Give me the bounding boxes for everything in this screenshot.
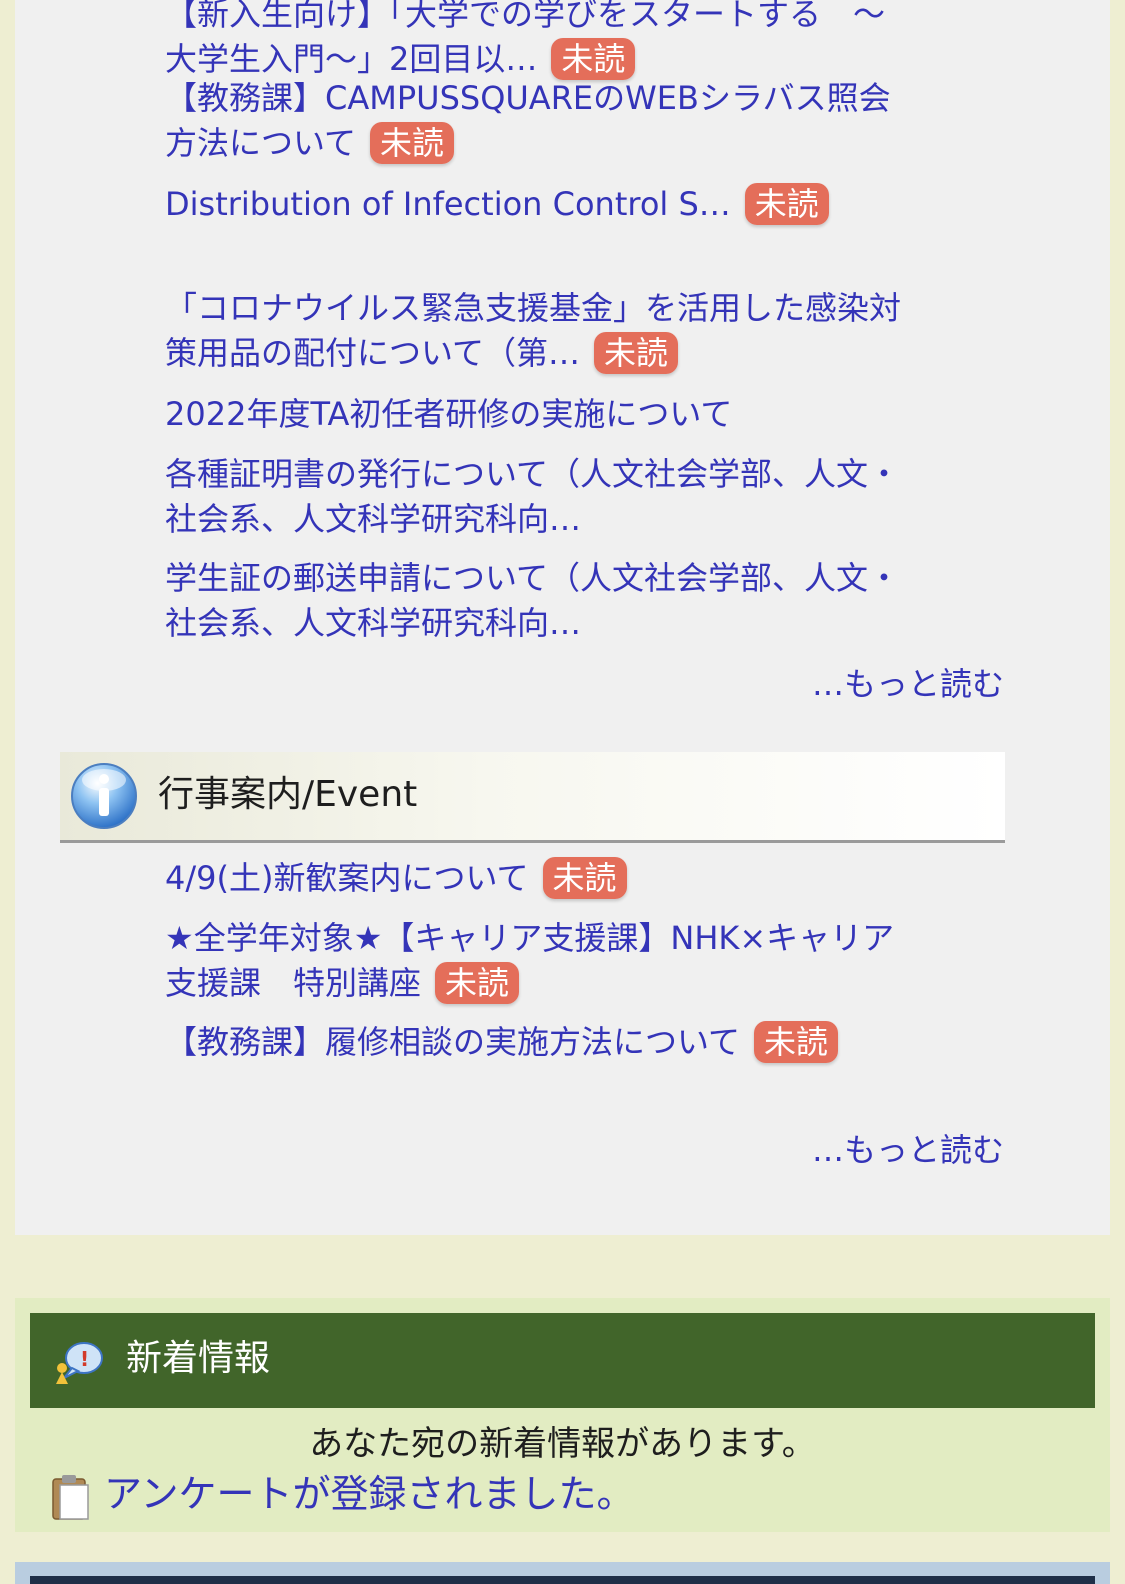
notice-item[interactable]: 学生証の郵送申請について（人文社会学部、人文・社会系、人文科学研究科向… bbox=[165, 556, 905, 646]
notice-item[interactable]: 【教務課】CAMPUSSQUAREのWEBシラバス照会方法について 未読 bbox=[165, 76, 905, 166]
event-item[interactable]: 【教務課】履修相談の実施方法について 未読 bbox=[165, 1020, 905, 1065]
unread-badge: 未読 bbox=[754, 1021, 839, 1063]
notice-link[interactable]: 「コロナウイルス緊急支援基金」を活用した感染対策用品の配付について（第… bbox=[165, 289, 901, 372]
event-item[interactable]: ★全学年対象★【キャリア支援課】NHK×キャリア支援課 特別講座 未読 bbox=[165, 916, 905, 1006]
notice-item[interactable]: 【新入生向け】「大学での学びをスタートする 〜大学生入門〜」2回目以… 未読 bbox=[165, 0, 905, 82]
notices-panel: 【新入生向け】「大学での学びをスタートする 〜大学生入門〜」2回目以… 未読 【教… bbox=[15, 0, 1110, 1235]
unread-badge: 未読 bbox=[594, 332, 679, 374]
unread-badge: 未読 bbox=[542, 857, 627, 899]
notice-item[interactable]: 各種証明書の発行について（人文社会学部、人文・社会系、人文科学研究科向… bbox=[165, 452, 905, 542]
notice-link[interactable]: 2022年度TA初任者研修の実施について bbox=[165, 395, 732, 433]
event-section-title: 行事案内/Event bbox=[158, 774, 418, 815]
survey-notice-link[interactable]: アンケートが登録されました。 bbox=[104, 1472, 634, 1516]
unread-badge: 未読 bbox=[551, 38, 636, 80]
notice-link[interactable]: 【教務課】CAMPUSSQUAREのWEBシラバス照会方法について bbox=[165, 79, 891, 162]
notice-link[interactable]: 各種証明書の発行について（人文社会学部、人文・社会系、人文科学研究科向… bbox=[165, 455, 900, 538]
event-read-more-link[interactable]: …もっと読む bbox=[812, 1128, 1004, 1173]
notice-item[interactable]: 2022年度TA初任者研修の実施について bbox=[165, 392, 905, 437]
new-info-header: ! 新着情報 bbox=[30, 1313, 1095, 1408]
survey-notice[interactable]: アンケートが登録されました。 bbox=[50, 1468, 634, 1520]
new-info-message: あなた宛の新着情報があります。 bbox=[309, 1424, 816, 1464]
unread-badge: 未読 bbox=[435, 962, 520, 1004]
notice-item[interactable]: Distribution of Infection Control S… 未読 bbox=[165, 182, 905, 227]
event-link[interactable]: 【教務課】履修相談の実施方法について bbox=[165, 1023, 740, 1061]
notice-link[interactable]: Distribution of Infection Control S… bbox=[165, 185, 731, 223]
new-info-title: 新着情報 bbox=[126, 1338, 271, 1379]
event-link[interactable]: 4/9(土)新歓案内について bbox=[165, 859, 529, 897]
svg-text:!: ! bbox=[80, 1347, 89, 1371]
unread-badge: 未読 bbox=[744, 183, 829, 225]
event-item[interactable]: 4/9(土)新歓案内について 未読 bbox=[165, 856, 905, 901]
clipboard-icon bbox=[52, 1474, 89, 1520]
new-info-icon: ! bbox=[56, 1342, 103, 1384]
info-icon bbox=[71, 763, 137, 829]
read-more-link[interactable]: …もっと読む bbox=[812, 662, 1004, 707]
next-panel-header-edge bbox=[30, 1576, 1095, 1584]
next-panel-edge bbox=[15, 1562, 1110, 1584]
notice-link[interactable]: 【新入生向け】「大学での学びをスタートする 〜大学生入門〜」2回目以… bbox=[165, 0, 885, 78]
notice-item[interactable]: 「コロナウイルス緊急支援基金」を活用した感染対策用品の配付について（第… 未読 bbox=[165, 286, 905, 376]
new-info-panel: ! 新着情報 あなた宛の新着情報があります。 アンケートが登録されました。 bbox=[15, 1298, 1110, 1532]
unread-badge: 未読 bbox=[370, 122, 455, 164]
event-link[interactable]: ★全学年対象★【キャリア支援課】NHK×キャリア支援課 特別講座 bbox=[165, 919, 894, 1002]
notice-link[interactable]: 学生証の郵送申請について（人文社会学部、人文・社会系、人文科学研究科向… bbox=[165, 559, 900, 642]
event-section-header: 行事案内/Event bbox=[60, 752, 1005, 843]
